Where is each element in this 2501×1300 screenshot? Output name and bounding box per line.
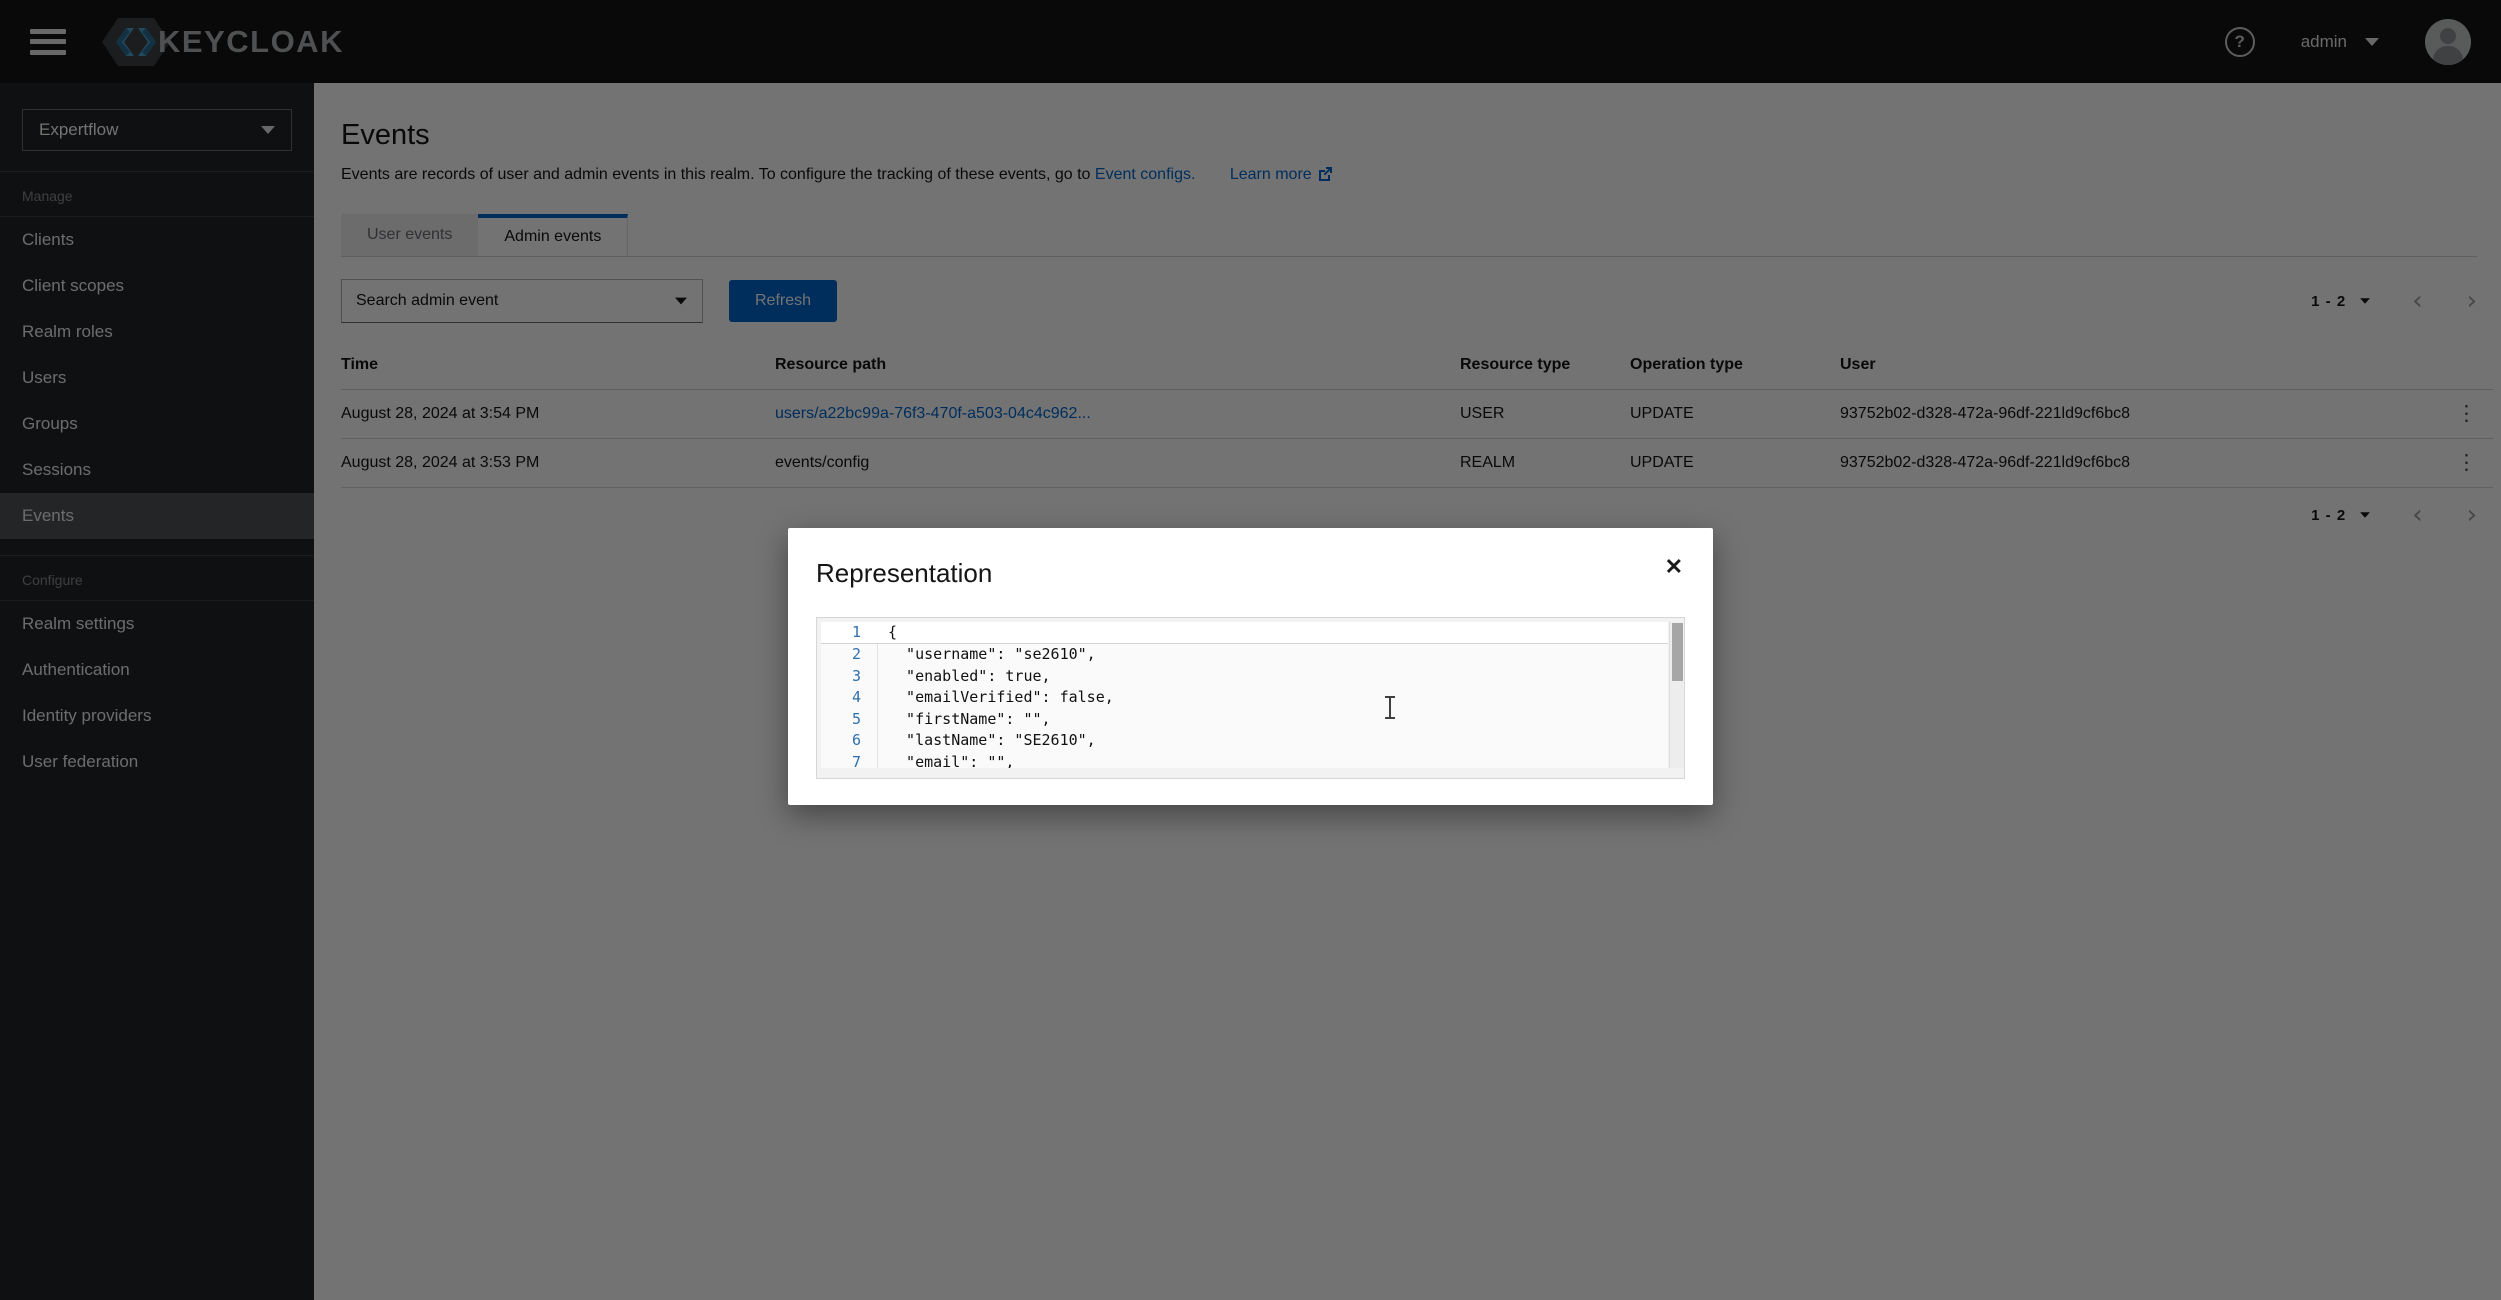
code-text: { xyxy=(877,622,1668,643)
keycloak-admin-console: KEYCLOAK ? admin Expertflow Manage Clien… xyxy=(0,0,2501,1300)
editor-scrollbar-thumb[interactable] xyxy=(1672,623,1683,681)
code-text: "username": "se2610", xyxy=(877,644,1668,666)
line-number: 4 xyxy=(821,688,877,706)
line-number: 3 xyxy=(821,667,877,685)
code-text: "email": "", xyxy=(877,751,1668,768)
code-text: "enabled": true, xyxy=(877,665,1668,687)
code-text: "emailVerified": false, xyxy=(877,687,1668,709)
code-line: 4 "emailVerified": false, xyxy=(821,687,1668,709)
code-editor[interactable]: 1 { 2 "username": "se2610", 3 "enabled":… xyxy=(821,622,1668,768)
code-text: "lastName": "SE2610", xyxy=(877,730,1668,752)
code-line: 1 { xyxy=(821,622,1668,644)
line-number: 6 xyxy=(821,731,877,749)
code-line: 6 "lastName": "SE2610", xyxy=(821,730,1668,752)
line-number: 1 xyxy=(821,623,877,641)
line-number: 2 xyxy=(821,645,877,663)
close-icon[interactable]: ✕ xyxy=(1665,556,1683,578)
modal-title: Representation xyxy=(816,558,1685,589)
code-line: 2 "username": "se2610", xyxy=(821,644,1668,666)
code-editor-frame: 1 { 2 "username": "se2610", 3 "enabled":… xyxy=(816,617,1685,779)
code-text: "firstName": "", xyxy=(877,708,1668,730)
line-number: 7 xyxy=(821,753,877,768)
code-line: 3 "enabled": true, xyxy=(821,665,1668,687)
editor-scrollbar[interactable] xyxy=(1669,622,1683,768)
representation-modal: Representation ✕ 1 { 2 "username": "se26… xyxy=(788,528,1713,805)
code-line: 7 "email": "", xyxy=(821,751,1668,768)
code-line: 5 "firstName": "", xyxy=(821,708,1668,730)
line-number: 5 xyxy=(821,710,877,728)
